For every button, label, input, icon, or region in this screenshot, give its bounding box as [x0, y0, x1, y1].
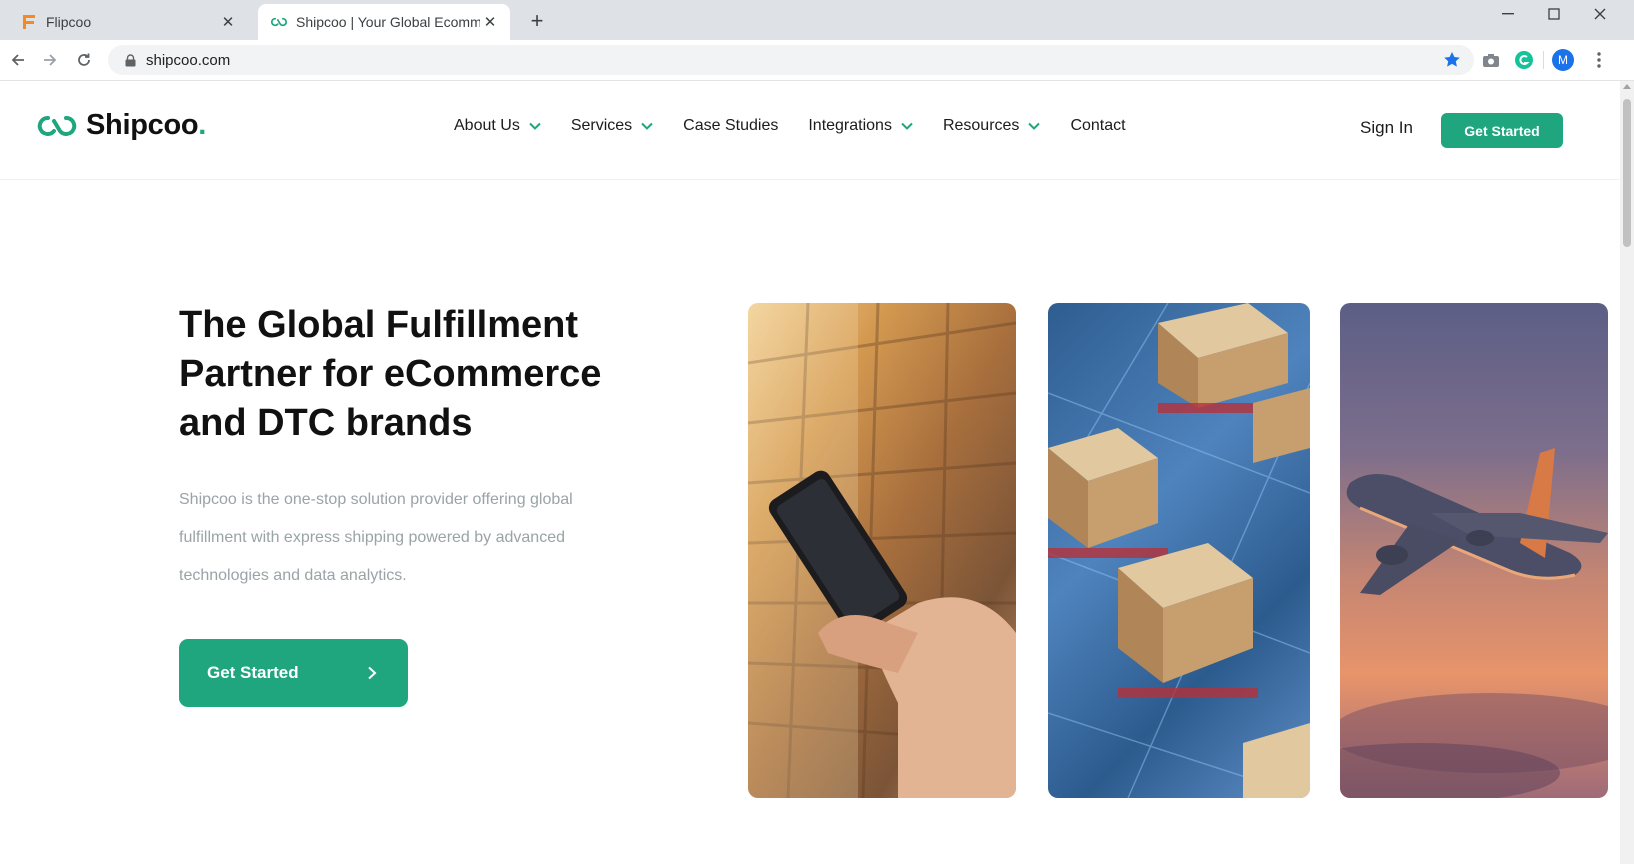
scrollbar-thumb[interactable]	[1623, 99, 1631, 247]
sign-in-link[interactable]: Sign In	[1360, 118, 1413, 138]
minimize-icon[interactable]	[1485, 0, 1531, 28]
hero-subtitle-line: Shipcoo is the one-stop solution provide…	[179, 491, 573, 508]
nav-label: Services	[570, 117, 633, 134]
back-icon[interactable]	[6, 48, 30, 72]
chevron-right-icon	[368, 666, 377, 680]
scroll-up-arrow-icon[interactable]	[1623, 84, 1631, 89]
site-header: Shipcoo. About Us Services Case Studies …	[0, 81, 1620, 180]
nav-services[interactable]: Services	[571, 117, 653, 135]
hero-title-line: The Global Fulfillment	[179, 304, 578, 346]
nav-label: About Us	[454, 117, 520, 134]
close-window-icon[interactable]	[1577, 0, 1623, 28]
browser-tab-bar: Flipcoo ✕ Shipcoo | Your Global Ecomm ✕ …	[0, 0, 1634, 40]
profile-avatar[interactable]: M	[1552, 49, 1574, 71]
shipcoo-icon	[270, 13, 288, 31]
chevron-down-icon	[1028, 122, 1041, 130]
hero-title: The Global Fulfillment Partner for eComm…	[179, 301, 699, 448]
new-tab-icon[interactable]: +	[524, 8, 550, 34]
tab-flipcoo[interactable]: Flipcoo ✕	[8, 4, 248, 40]
logo-text: Shipcoo.	[86, 109, 207, 141]
tab-shipcoo[interactable]: Shipcoo | Your Global Ecomm ✕	[258, 4, 510, 40]
header-get-started-button[interactable]: Get Started	[1441, 113, 1563, 148]
chevron-down-icon	[529, 122, 541, 130]
maximize-icon[interactable]	[1531, 0, 1577, 28]
nav-label: Resources	[942, 117, 1020, 134]
url-text: shipcoo.com	[146, 51, 231, 69]
nav-label: Case Studies	[683, 117, 779, 134]
hero-cta-label: Get Started	[207, 663, 299, 682]
main-nav: About Us Services Case Studies Integrati…	[454, 117, 1156, 135]
hero-title-line: Partner for eCommerce	[179, 353, 602, 395]
nav-label: Integrations	[808, 117, 892, 134]
address-bar[interactable]: shipcoo.com	[108, 45, 1474, 75]
camera-icon[interactable]	[1480, 49, 1502, 71]
webpage: Shipcoo. About Us Services Case Studies …	[0, 81, 1620, 864]
shipcoo-logo[interactable]: Shipcoo.	[36, 109, 206, 142]
nav-integrations[interactable]: Integrations	[808, 117, 913, 135]
reload-icon[interactable]	[72, 48, 96, 72]
nav-about-us[interactable]: About Us	[454, 117, 541, 135]
nav-label: Contact	[1070, 117, 1126, 134]
tab-title: Shipcoo | Your Global Ecomm	[296, 14, 480, 30]
tab-title: Flipcoo	[46, 14, 92, 30]
airplane-sunset-image	[1340, 303, 1608, 798]
hero-subtitle: Shipcoo is the one-stop solution provide…	[179, 481, 649, 595]
nav-contact[interactable]: Contact	[1070, 117, 1125, 135]
flipcoo-icon	[20, 13, 38, 31]
lock-icon	[122, 52, 138, 68]
chevron-down-icon	[901, 122, 913, 130]
grammarly-icon[interactable]	[1513, 49, 1535, 71]
shipcoo-logo-icon	[37, 115, 77, 136]
hero-subtitle-line: fulfillment with express shipping powere…	[179, 529, 565, 546]
hero-get-started-button[interactable]: Get Started	[179, 639, 408, 707]
nav-case-studies[interactable]: Case Studies	[683, 117, 778, 135]
nav-resources[interactable]: Resources	[942, 117, 1041, 135]
forward-icon[interactable]	[38, 48, 62, 72]
page-scrollbar[interactable]	[1620, 81, 1634, 864]
close-tab-icon[interactable]: ✕	[480, 12, 500, 32]
chevron-down-icon	[641, 122, 653, 130]
close-tab-icon[interactable]: ✕	[218, 12, 238, 32]
browser-menu-icon[interactable]	[1588, 49, 1610, 71]
hero-subtitle-line: technologies and data analytics.	[179, 567, 407, 584]
parcel-boxes-image	[1048, 303, 1310, 798]
toolbar-divider	[1543, 51, 1544, 69]
hero-title-line: and DTC brands	[179, 402, 473, 444]
browser-toolbar: shipcoo.com M	[0, 40, 1634, 81]
bookmark-star-icon[interactable]	[1442, 50, 1462, 70]
warehouse-phone-image	[748, 303, 1016, 798]
